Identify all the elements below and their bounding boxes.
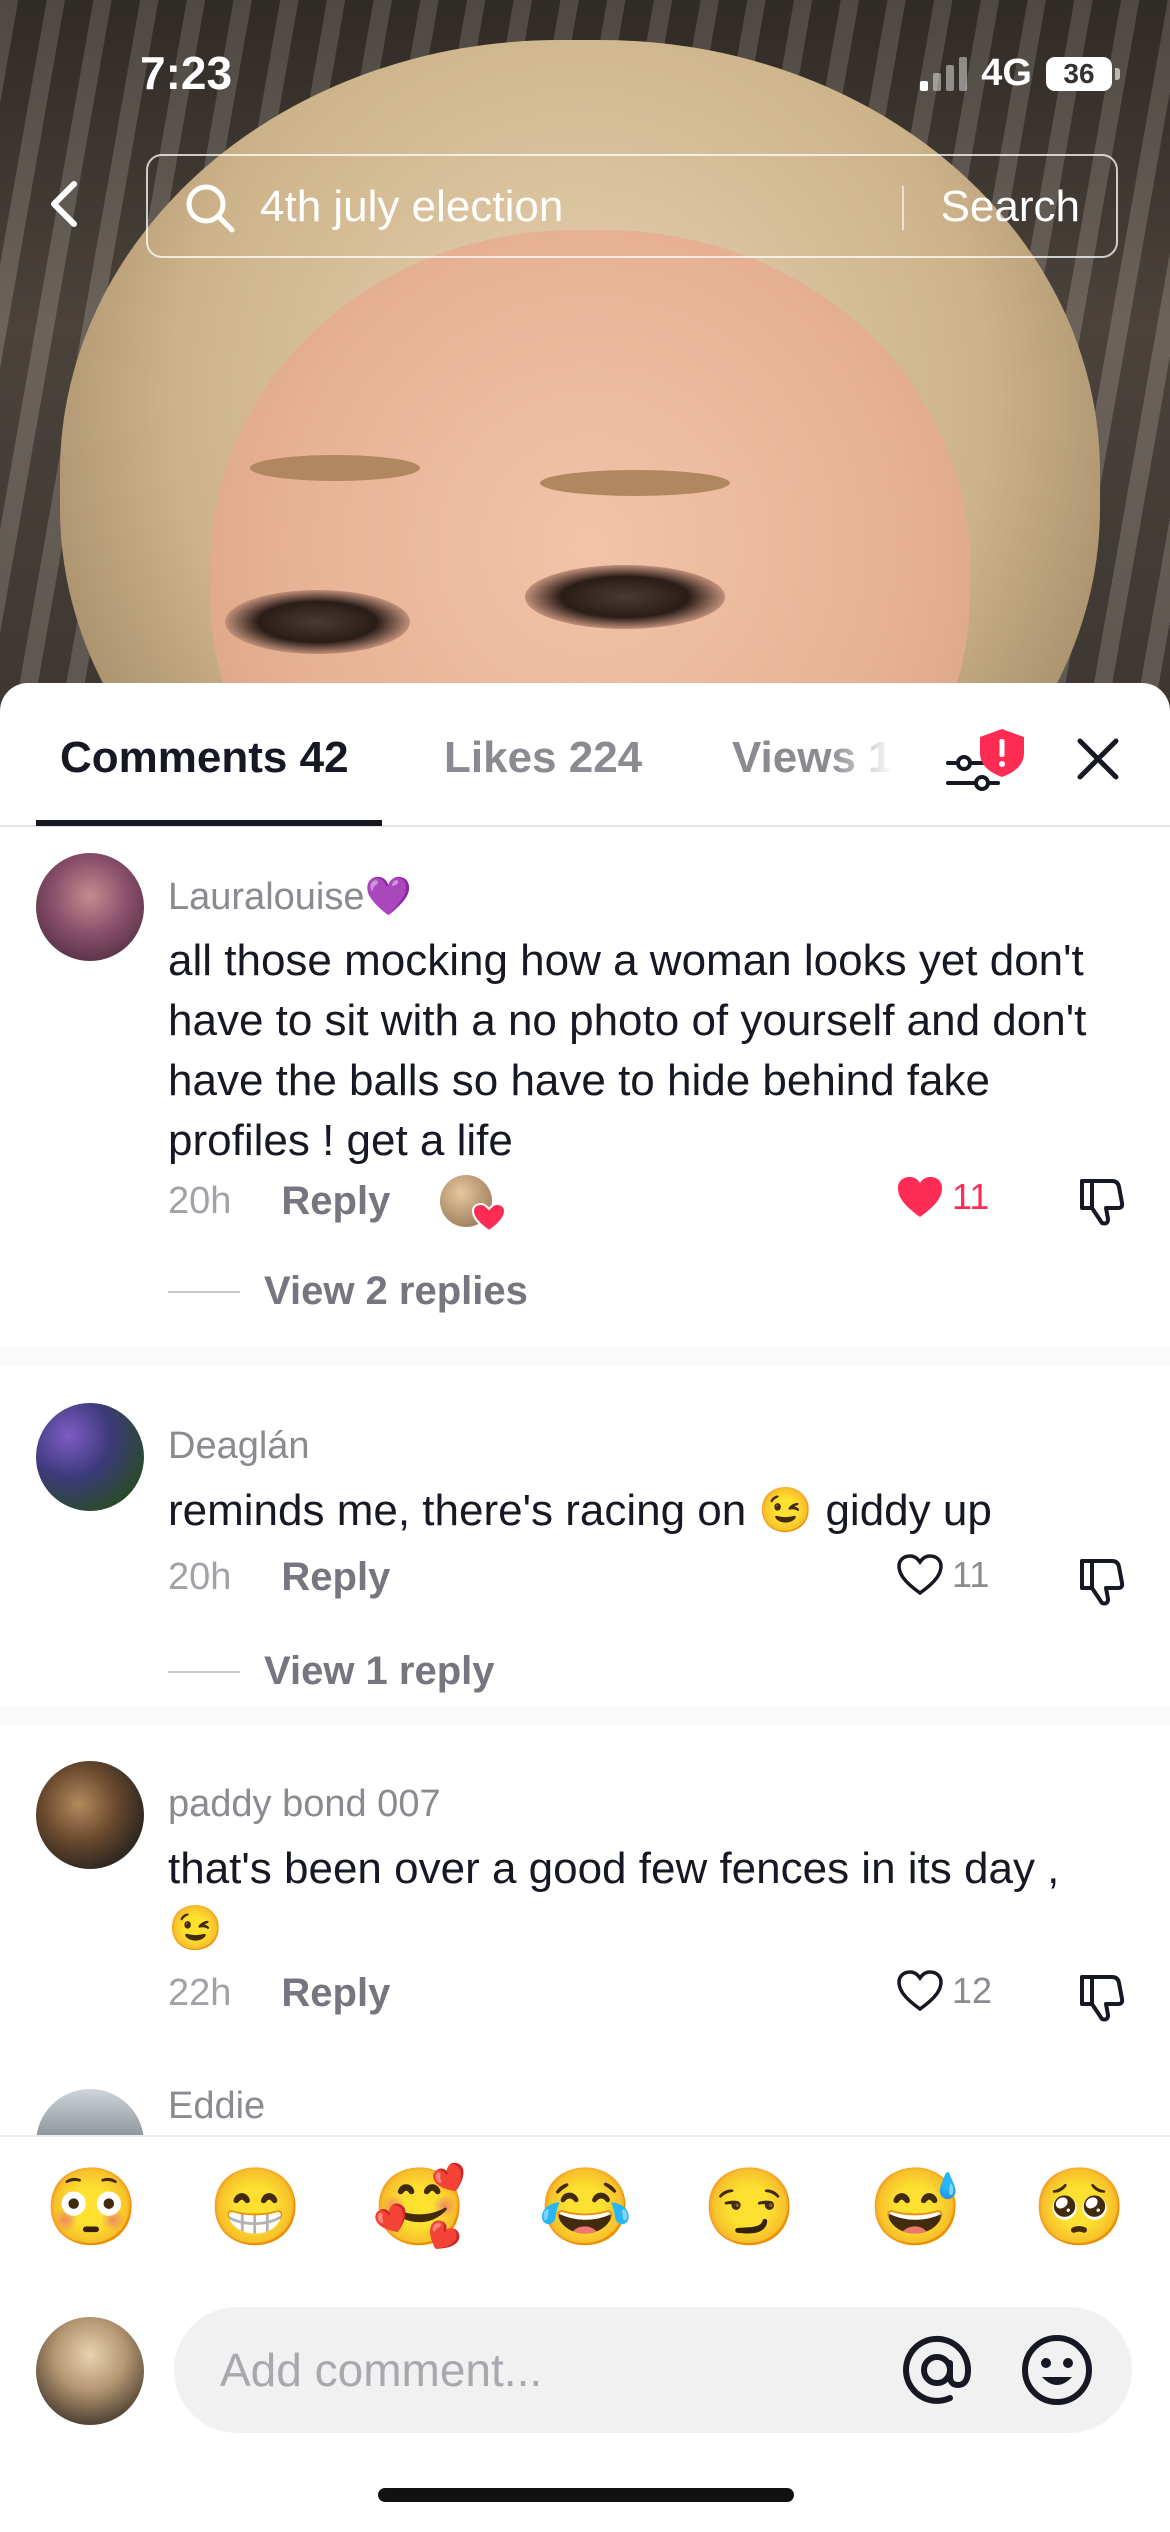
sheet-tabs: Comments 42 Likes 224 Views 14	[0, 683, 1170, 827]
video-right-eye	[525, 565, 725, 629]
status-indicators: 4G 36	[920, 52, 1120, 95]
search-divider	[902, 186, 904, 230]
reply-button[interactable]: Reply	[281, 1555, 390, 1600]
home-indicator	[378, 2488, 794, 2502]
comment-separator	[0, 1347, 1170, 1367]
search-icon	[186, 184, 235, 233]
dislike-icon[interactable]	[1074, 1971, 1126, 2023]
video-background	[0, 0, 1170, 720]
search-button[interactable]: Search	[941, 182, 1080, 232]
status-time: 7:23	[140, 47, 233, 99]
emoji-flushed[interactable]: 😳	[44, 2163, 139, 2253]
back-chevron-icon[interactable]	[38, 176, 94, 232]
video-left-brow	[250, 455, 420, 481]
mention-at-icon[interactable]	[900, 2333, 974, 2407]
comment-input[interactable]: Add comment...	[174, 2307, 1132, 2433]
reply-button[interactable]: Reply	[281, 1971, 390, 2016]
view-replies-line	[168, 1670, 240, 1673]
comment-item: Eddie	[0, 2083, 1170, 2135]
heart-icon	[472, 1203, 507, 1233]
emoji-joy[interactable]: 😂	[538, 2163, 633, 2253]
comment-text: reminds me, there's racing on 😉 giddy up	[168, 1486, 992, 1535]
view-replies-label[interactable]: View 2 replies	[264, 1269, 528, 1314]
my-avatar	[36, 2317, 144, 2425]
emoji-hearts[interactable]: 🥰	[372, 2163, 467, 2253]
comment-time: 22h	[168, 1972, 232, 2014]
network-type: 4G	[981, 52, 1032, 94]
tab-fade	[830, 713, 920, 813]
close-icon[interactable]	[1072, 733, 1124, 785]
comment-text: that's been over a good few fences in it…	[168, 1844, 1060, 1953]
dislike-icon[interactable]	[1074, 1175, 1126, 1227]
emoji-grin[interactable]: 😁	[208, 2163, 303, 2253]
view-replies[interactable]: View 2 replies	[168, 1269, 528, 1314]
like-control[interactable]: 12	[896, 1969, 992, 2013]
comment-avatar[interactable]	[36, 1403, 144, 1511]
heart-filled-icon[interactable]	[896, 1175, 944, 1219]
battery-level: 36	[1063, 57, 1095, 89]
signal-icon	[920, 56, 968, 91]
comment-separator	[0, 1705, 1170, 1725]
dislike-icon[interactable]	[1074, 1555, 1126, 1607]
like-count: 12	[952, 1970, 993, 2011]
creator-liked-avatar	[440, 1175, 507, 1233]
search-bar[interactable]: 4th july election Search	[146, 154, 1118, 258]
comment-input-row: Add comment...	[0, 2293, 1170, 2443]
view-replies-line	[168, 1290, 240, 1293]
comment-input-placeholder[interactable]: Add comment...	[220, 2343, 542, 2397]
comment-username[interactable]: paddy bond 007	[168, 1783, 441, 1826]
comment-avatar[interactable]	[36, 853, 144, 961]
video-right-brow	[540, 470, 730, 496]
emoji-sweat-smile[interactable]: 😅	[868, 2163, 963, 2253]
like-count: 11	[952, 1554, 990, 1595]
emoji-quick-bar: 😳 😁 🥰 😂 😏 😅 🥺	[0, 2135, 1170, 2263]
like-count: 11	[952, 1176, 990, 1217]
battery-icon: 36	[1046, 56, 1120, 91]
comment-meta: 20h Reply	[168, 1555, 390, 1600]
reply-button[interactable]: Reply	[281, 1179, 390, 1224]
comment-avatar[interactable]	[36, 1761, 144, 1869]
heart-outline-icon[interactable]	[896, 1969, 944, 2013]
tab-comments[interactable]: Comments 42	[60, 733, 349, 783]
comment-text: all those mocking how a woman looks yet …	[168, 936, 1087, 1165]
comment-avatar[interactable]	[36, 2089, 144, 2135]
tab-likes[interactable]: Likes 224	[444, 733, 642, 783]
like-control[interactable]: 11	[896, 1175, 989, 1219]
heart-outline-icon[interactable]	[896, 1553, 944, 1597]
view-replies[interactable]: View 1 reply	[168, 1649, 495, 1694]
comment-meta: 20h Reply	[168, 1175, 507, 1233]
emoji-pleading[interactable]: 🥺	[1032, 2163, 1127, 2253]
like-control[interactable]: 11	[896, 1553, 989, 1597]
comments-sheet: Comments 42 Likes 224 Views 14 Lauraloui…	[0, 683, 1170, 2532]
comment-meta: 22h Reply	[168, 1971, 390, 2016]
emoji-smirk[interactable]: 😏	[702, 2163, 797, 2253]
emoji-picker-icon[interactable]	[1020, 2333, 1094, 2407]
comment-username[interactable]: Eddie	[168, 2085, 265, 2128]
tab-underline	[36, 820, 382, 826]
comment-time: 20h	[168, 1556, 232, 1598]
comment-username[interactable]: Deaglán	[168, 1425, 310, 1468]
search-query[interactable]: 4th july election	[260, 182, 563, 232]
comment-username[interactable]: Lauralouise💜	[168, 875, 412, 919]
video-left-eye	[225, 590, 410, 654]
comment-filter-shield-icon[interactable]	[944, 727, 1028, 807]
comment-time: 20h	[168, 1179, 232, 1222]
view-replies-label[interactable]: View 1 reply	[264, 1649, 495, 1694]
